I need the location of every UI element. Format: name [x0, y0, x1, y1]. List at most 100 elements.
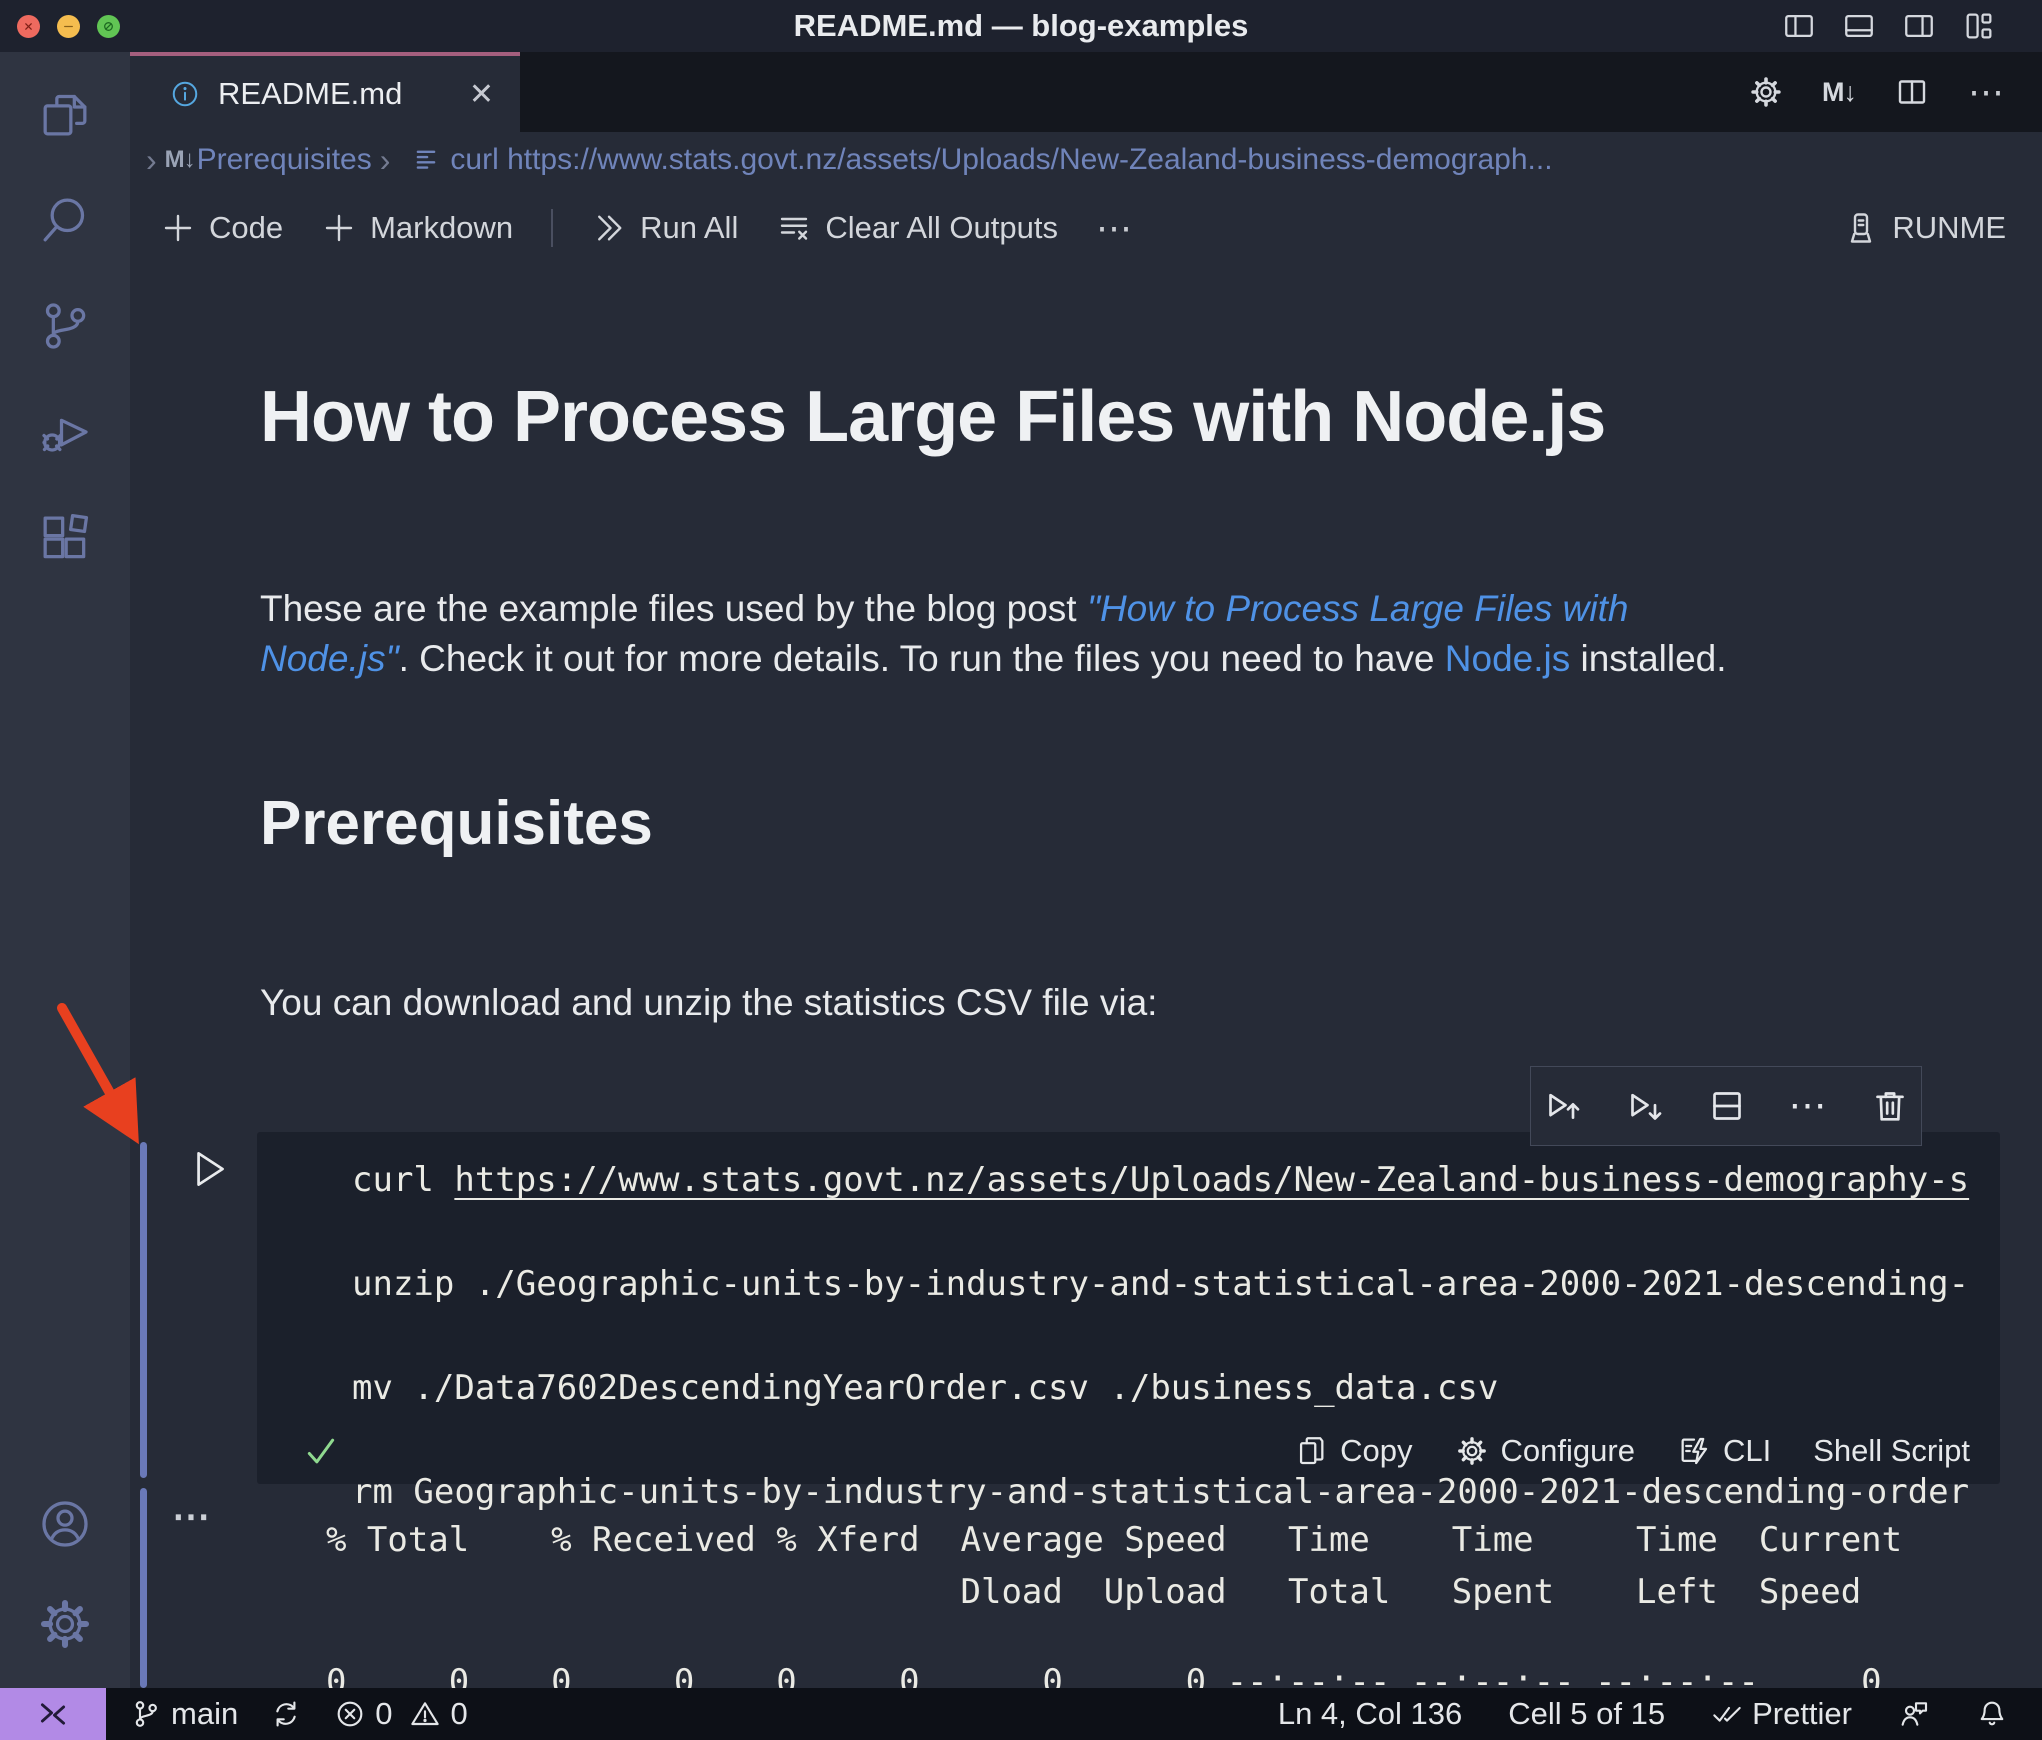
cli-button[interactable]: CLI	[1677, 1433, 1771, 1469]
editor-area: README.md ✕ M↓ ⋯ › M↓ Prerequisites › cu…	[130, 52, 2042, 1688]
clear-outputs-icon	[781, 217, 808, 240]
execute-below-icon[interactable]	[1625, 1086, 1665, 1126]
intro-text: installed.	[1570, 638, 1727, 679]
copy-button[interactable]: Copy	[1294, 1433, 1413, 1469]
info-icon[interactable]	[170, 79, 200, 109]
code-cell[interactable]: curl https://www.stats.govt.nz/assets/Up…	[257, 1132, 2000, 1512]
sync-button[interactable]	[270, 1698, 302, 1730]
nodejs-link[interactable]: Node.js	[1445, 638, 1570, 679]
errors-icon	[337, 1701, 363, 1727]
notebook-settings-gear-icon[interactable]	[1748, 74, 1784, 110]
run-all-icon	[598, 215, 622, 241]
toggle-primary-sidebar-icon[interactable]	[1782, 9, 1816, 43]
git-branch-icon	[135, 1701, 157, 1727]
clear-all-outputs-button[interactable]: Clear All Outputs	[776, 210, 1058, 246]
notifications-button[interactable]	[1976, 1698, 2008, 1730]
runme-logo-icon	[1851, 213, 1872, 243]
status-bar: main 0 0 Ln 4, Col 136 Cell 5 of 15 Pret…	[0, 1688, 2042, 1740]
run-all-button[interactable]: Run All	[591, 210, 738, 246]
warnings-icon	[411, 1702, 440, 1726]
toolbar-more-icon[interactable]: ⋯	[1096, 207, 1134, 249]
cell-status-actions: Copy Configure CLI Shell Script	[1294, 1433, 1970, 1469]
blog-post-link[interactable]: "How to Process Large Files with	[1087, 588, 1629, 629]
section-heading: Prerequisites	[260, 789, 653, 858]
run-all-label: Run All	[640, 210, 739, 245]
markdown-symbol-icon: M↓	[164, 146, 196, 173]
git-branch-item[interactable]: main	[130, 1696, 238, 1732]
run-debug-icon[interactable]	[37, 404, 93, 460]
code-line: curl https://www.stats.govt.nz/assets/Up…	[352, 1160, 1969, 1200]
output-focus-bar	[140, 1488, 147, 1688]
configure-gear-icon	[1457, 1437, 1486, 1465]
breadcrumb-section[interactable]: Prerequisites	[197, 143, 372, 177]
intro-line-2: Node.js". Check it out for more details.…	[260, 634, 1727, 684]
more-actions-icon[interactable]: ⋯	[1968, 71, 2006, 113]
problems-item[interactable]: 0 0	[334, 1696, 468, 1732]
code-line: mv ./Data7602DescendingYearOrder.csv ./b…	[352, 1368, 1499, 1408]
settings-gear-icon[interactable]	[37, 1596, 93, 1652]
runme-button[interactable]: RUNME	[1843, 210, 2006, 246]
layout-controls	[1782, 0, 1996, 52]
notebook-toolbar: Code Markdown Run All Clear All Outputs …	[130, 188, 2042, 268]
add-code-cell-button[interactable]: Code	[160, 210, 283, 246]
intro-line-1: These are the example files used by the …	[260, 584, 1727, 634]
tab-strip: README.md ✕ M↓ ⋯	[130, 52, 2042, 132]
cursor-position[interactable]: Ln 4, Col 136	[1278, 1696, 1462, 1732]
tab-readme[interactable]: README.md ✕	[130, 52, 520, 132]
formatter-item[interactable]: Prettier	[1711, 1696, 1852, 1732]
search-icon[interactable]	[37, 192, 93, 248]
intro-text: These are the example files used by the …	[260, 588, 1087, 629]
cli-terminal-icon	[1681, 1437, 1708, 1465]
add-markdown-label: Markdown	[370, 210, 514, 245]
runme-label: RUNME	[1892, 210, 2006, 245]
success-check-icon	[301, 1431, 341, 1471]
warning-count: 0	[450, 1696, 468, 1731]
doc-intro-paragraph: These are the example files used by the …	[260, 584, 1727, 684]
toolbar-divider	[551, 209, 554, 247]
cell-toolbar: ⋯	[1530, 1066, 1922, 1146]
split-editor-icon[interactable]	[1894, 74, 1930, 110]
formatter-label: Prettier	[1752, 1696, 1852, 1731]
markdown-export-icon[interactable]: M↓	[1822, 77, 1857, 108]
configure-label: Configure	[1500, 1433, 1635, 1468]
cell-more-actions-icon[interactable]: ⋯	[1789, 1086, 1828, 1126]
toggle-secondary-sidebar-icon[interactable]	[1902, 9, 1936, 43]
cell-position[interactable]: Cell 5 of 15	[1508, 1696, 1665, 1732]
configure-button[interactable]: Configure	[1455, 1433, 1635, 1469]
remote-indicator[interactable]	[0, 1688, 106, 1740]
breadcrumb-chevron-icon: ›	[379, 141, 391, 178]
shell-script-label[interactable]: Shell Script	[1813, 1433, 1970, 1469]
tab-close-icon[interactable]: ✕	[469, 77, 494, 112]
execute-above-icon[interactable]	[1543, 1086, 1583, 1126]
breadcrumb-cell[interactable]: curl https://www.stats.govt.nz/assets/Up…	[450, 143, 1552, 177]
run-cell-button[interactable]	[184, 1144, 234, 1194]
doc-title: How to Process Large Files with Node.js	[260, 377, 1606, 457]
extensions-icon[interactable]	[37, 510, 93, 566]
explorer-icon[interactable]	[37, 86, 93, 142]
sync-icon	[276, 1701, 296, 1727]
split-cell-icon[interactable]	[1707, 1086, 1747, 1126]
add-markdown-cell-button[interactable]: Markdown	[321, 210, 513, 246]
code-cell-symbol-icon	[412, 146, 440, 174]
editor-actions: M↓ ⋯	[1748, 52, 2042, 132]
customize-layout-icon[interactable]	[1962, 9, 1996, 43]
copy-icon	[1300, 1437, 1324, 1465]
feedback-person-icon	[1901, 1702, 1928, 1726]
blog-post-link[interactable]: Node.js"	[260, 638, 399, 679]
notebook-body: How to Process Large Files with Node.js …	[130, 268, 2042, 1688]
plus-icon	[325, 214, 353, 242]
copy-label: Copy	[1340, 1433, 1413, 1468]
bell-icon	[1980, 1701, 2004, 1726]
source-control-icon[interactable]	[37, 298, 93, 354]
delete-cell-icon[interactable]	[1870, 1086, 1910, 1126]
title-bar: README.md — blog-examples	[0, 0, 2042, 52]
output-collapse-icon[interactable]: ⋯	[172, 1494, 211, 1539]
code-line: unzip ./Geographic-units-by-industry-and…	[352, 1264, 1970, 1304]
toggle-panel-icon[interactable]	[1842, 9, 1876, 43]
feedback-button[interactable]	[1898, 1698, 1930, 1730]
double-check-icon	[1713, 1706, 1741, 1722]
intro-text: . Check it out for more details. To run …	[398, 638, 1445, 679]
cli-label: CLI	[1722, 1433, 1772, 1468]
code-url[interactable]: https://www.stats.govt.nz/assets/Uploads…	[454, 1160, 1969, 1200]
account-icon[interactable]	[37, 1496, 93, 1552]
